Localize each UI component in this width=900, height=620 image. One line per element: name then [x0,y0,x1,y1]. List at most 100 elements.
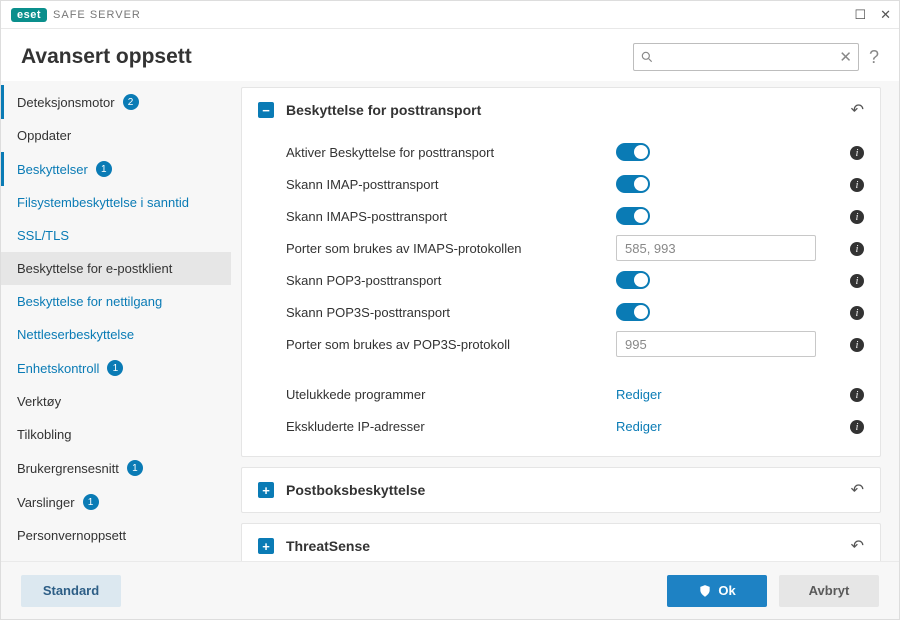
sidebar-item-notif[interactable]: Varslinger 1 [1,485,231,519]
sidebar-item-tools[interactable]: Verktøy [1,385,231,418]
setting-label: Skann IMAP-posttransport [286,177,616,192]
sidebar-item-label: Filsystembeskyttelse i sanntid [17,195,189,210]
setting-row-imap: Skann IMAP-posttransport i [286,168,864,200]
sidebar-item-label: Beskyttelser [17,162,88,177]
search-icon [640,50,654,64]
info-icon[interactable]: i [850,176,864,193]
reset-icon[interactable]: ↶ [851,480,864,500]
content: − Beskyttelse for posttransport ↶ Aktive… [231,81,899,561]
ok-button[interactable]: Ok [667,575,767,607]
sidebar-item-conn[interactable]: Tilkobling [1,418,231,451]
collapse-icon: − [258,102,274,118]
sidebar-item-label: Nettleserbeskyttelse [17,327,134,342]
shield-icon [698,584,712,598]
info-icon[interactable]: i [850,144,864,161]
sidebar-item-ui[interactable]: Brukergrensesnitt1 [1,451,231,485]
setting-label: Aktiver Beskyttelse for posttransport [286,145,616,160]
product-name: SAFE SERVER [53,9,141,21]
reset-icon[interactable]: ↶ [851,100,864,120]
sidebar-item-label: Verktøy [17,394,61,409]
sidebar-item-net[interactable]: Beskyttelse for nettilgang [1,285,231,318]
window-close-icon[interactable]: ✕ [880,7,891,23]
sidebar-item-label: Varslinger [17,495,75,510]
panel-transport-title: Beskyttelse for posttransport [286,102,851,118]
sidebar-item-privacy[interactable]: Personvernoppsett [1,519,231,552]
setting-row-imaps: Skann IMAPS-posttransport i [286,200,864,232]
default-button[interactable]: Standard [21,575,121,607]
setting-label: Utelukkede programmer [286,387,616,402]
setting-label: Ekskluderte IP-adresser [286,419,616,434]
toggle-pop3s[interactable] [616,303,650,321]
setting-row-pop3s_ports: Porter som brukes av POP3S-protokoll i [286,328,864,360]
sidebar-item-label: Deteksjonsmotor [17,95,115,110]
sidebar-item-device[interactable]: Enhetskontroll 1 [1,351,231,385]
search-clear-icon[interactable]: ✕ [839,48,852,66]
info-icon[interactable]: i [850,418,864,435]
setting-row-imaps_ports: Porter som brukes av IMAPS-protokollen i [286,232,864,264]
panel-threatsense: + ThreatSense ↶ [241,523,881,561]
sidebar-badge: 2 [123,94,139,110]
edit-link-excl_ips[interactable]: Rediger [616,419,662,434]
sidebar-badge: 1 [96,161,112,177]
setting-label: Skann POP3S-posttransport [286,305,616,320]
info-icon[interactable]: i [850,386,864,403]
panel-threatsense-header[interactable]: + ThreatSense ↶ [242,524,880,561]
panel-mailbox-title: Postboksbeskyttelse [286,482,851,498]
sidebar-item-label: Personvernoppsett [17,528,126,543]
header: Avansert oppsett ✕ ? [1,29,899,81]
sidebar-item-browser[interactable]: Nettleserbeskyttelse [1,318,231,351]
sidebar-item-updater[interactable]: Oppdater [1,119,231,152]
input-imaps_ports[interactable] [616,235,816,261]
info-icon[interactable]: i [850,304,864,321]
help-icon[interactable]: ? [869,47,879,68]
sidebar-item-detection[interactable]: Deteksjonsmotor 2 [1,85,231,119]
sidebar: Deteksjonsmotor 2 Oppdater Beskyttelser 1 Fil… [1,81,231,561]
page-title: Avansert oppsett [21,45,192,69]
sidebar-item-label: Beskyttelse for e-postklient [17,261,172,276]
footer: Standard Ok Avbryt [1,561,899,619]
brand-badge: eset [11,8,47,22]
info-icon[interactable]: i [850,272,864,289]
toggle-imaps[interactable] [616,207,650,225]
sidebar-item-label: Beskyttelse for nettilgang [17,294,162,309]
sidebar-item-label: Brukergrensesnitt [17,461,119,476]
setting-row-excl_ips: Ekskluderte IP-adresserRediger i [286,410,864,442]
info-icon[interactable]: i [850,208,864,225]
setting-label: Skann IMAPS-posttransport [286,209,616,224]
info-icon[interactable]: i [850,336,864,353]
toggle-pop3[interactable] [616,271,650,289]
info-icon[interactable]: i [850,240,864,257]
titlebar: eset SAFE SERVER ☐ ✕ [1,1,899,29]
sidebar-item-ssl[interactable]: SSL/TLS [1,219,231,252]
expand-icon: + [258,538,274,554]
sidebar-item-fs[interactable]: Filsystembeskyttelse i sanntid [1,186,231,219]
toggle-imap[interactable] [616,175,650,193]
sidebar-item-label: SSL/TLS [17,228,69,243]
search-field[interactable] [654,50,839,65]
sidebar-item-label: Oppdater [17,128,71,143]
setting-label: Porter som brukes av POP3S-protokoll [286,337,616,352]
panel-mailbox-header[interactable]: + Postboksbeskyttelse ↶ [242,468,880,512]
search-input[interactable]: ✕ [633,43,859,71]
setting-row-enable: Aktiver Beskyttelse for posttransport i [286,136,864,168]
sidebar-badge: 1 [107,360,123,376]
reset-icon[interactable]: ↶ [851,536,864,556]
input-pop3s_ports[interactable] [616,331,816,357]
sidebar-badge: 1 [83,494,99,510]
setting-label: Skann POP3-posttransport [286,273,616,288]
panel-mailbox: + Postboksbeskyttelse ↶ [241,467,881,513]
sidebar-item-mail[interactable]: Beskyttelse for e-postklient [1,252,231,285]
setting-label: Porter som brukes av IMAPS-protokollen [286,241,616,256]
cancel-button[interactable]: Avbryt [779,575,879,607]
edit-link-excl_apps[interactable]: Rediger [616,387,662,402]
sidebar-item-label: Enhetskontroll [17,361,99,376]
setting-row-pop3: Skann POP3-posttransport i [286,264,864,296]
toggle-enable[interactable] [616,143,650,161]
expand-icon: + [258,482,274,498]
setting-row-excl_apps: Utelukkede programmerRediger i [286,378,864,410]
window-maximize-icon[interactable]: ☐ [854,7,866,23]
panel-transport: − Beskyttelse for posttransport ↶ Aktive… [241,87,881,457]
sidebar-item-protect[interactable]: Beskyttelser 1 [1,152,231,186]
sidebar-item-label: Tilkobling [17,427,71,442]
panel-transport-header[interactable]: − Beskyttelse for posttransport ↶ [242,88,880,132]
